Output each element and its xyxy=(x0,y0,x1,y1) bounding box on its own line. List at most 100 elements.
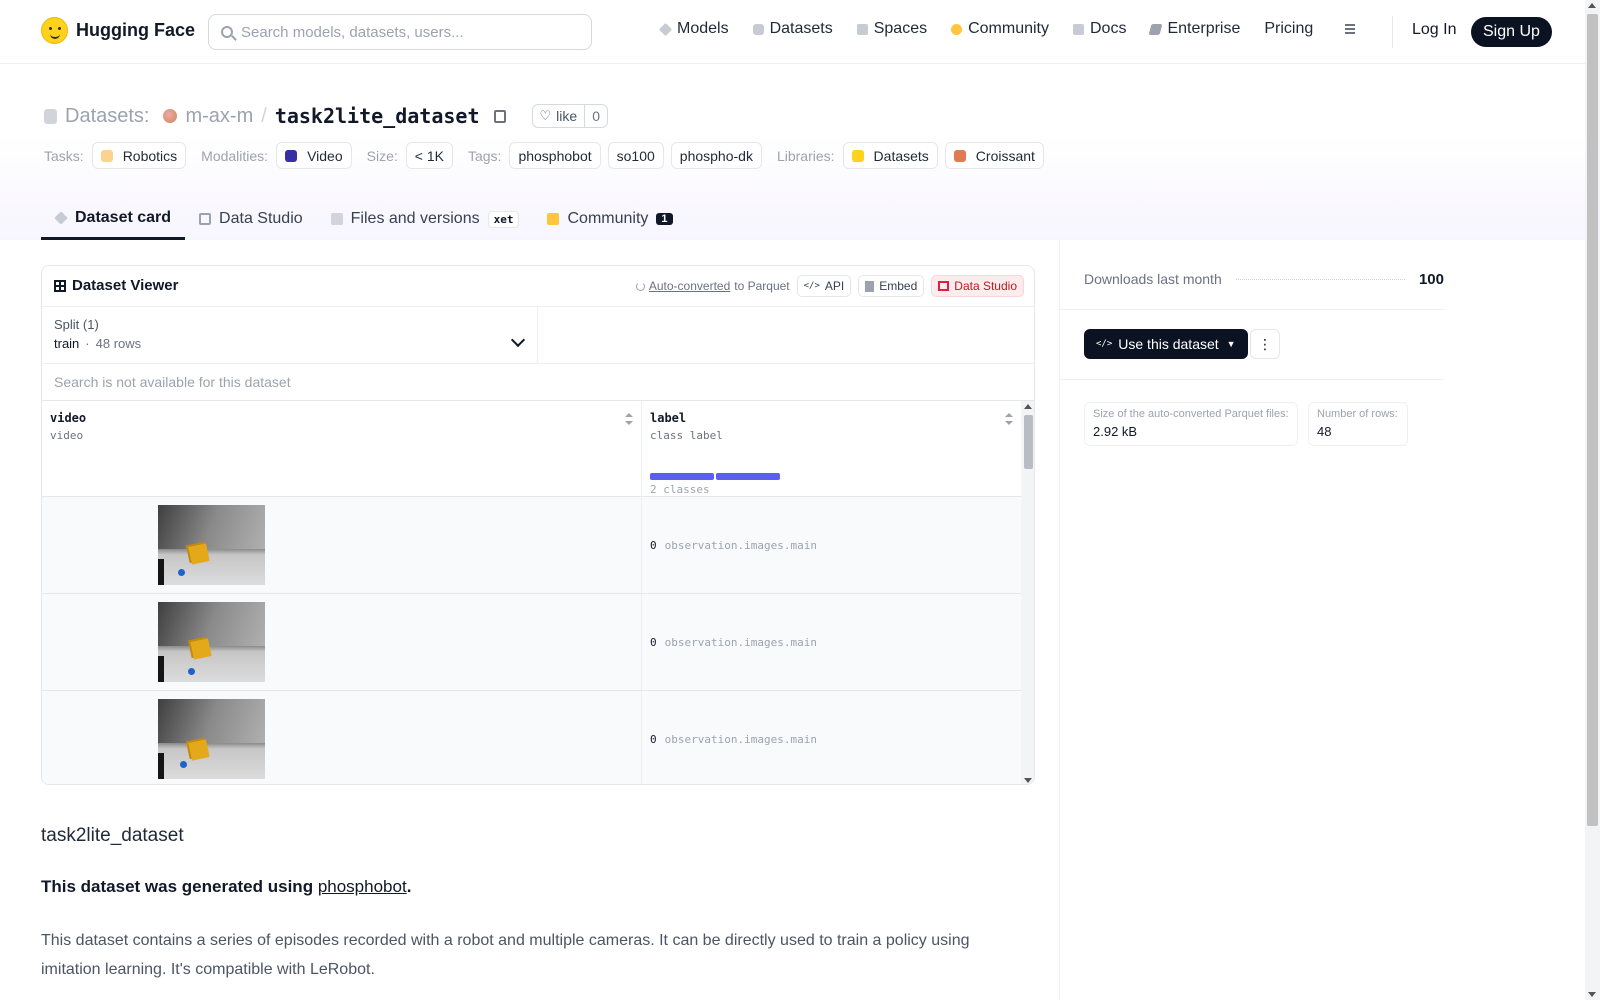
tab-community[interactable]: Community 1 xyxy=(533,198,686,240)
page-scrollbar[interactable] xyxy=(1585,0,1600,1000)
tag-robotics[interactable]: Robotics xyxy=(91,142,187,169)
signup-button[interactable]: Sign Up xyxy=(1471,17,1552,47)
embed-button[interactable]: Embed xyxy=(858,275,925,297)
hugging-face-icon xyxy=(851,149,864,162)
class-count: 2 classes xyxy=(650,483,710,496)
repo-title-row: Datasets: m-ax-m / task2lite_dataset ♡ li… xyxy=(44,104,608,128)
tag-phosphobot[interactable]: phosphobot xyxy=(509,142,601,169)
nav-spaces[interactable]: Spaces xyxy=(856,20,927,38)
tag-datasets-library[interactable]: Datasets xyxy=(842,142,938,169)
tag-video[interactable]: Video xyxy=(276,142,352,169)
viewer-header: Dataset Viewer Auto-converted to Parquet… xyxy=(42,266,1034,307)
path-separator: / xyxy=(261,104,267,127)
table-body: 0 observation.images.main 0 observation.im… xyxy=(42,497,1021,784)
table-row[interactable]: 0 observation.images.main xyxy=(42,497,1021,594)
owner-link[interactable]: m-ax-m xyxy=(185,105,253,128)
nav-models[interactable]: Models xyxy=(658,20,729,38)
sort-icon[interactable] xyxy=(1005,413,1013,425)
like-button[interactable]: ♡ like 0 xyxy=(531,104,608,128)
split-selector[interactable]: Split (1) train · 48 rows xyxy=(42,307,538,364)
video-thumbnail[interactable] xyxy=(158,699,265,779)
repo-name[interactable]: task2lite_dataset xyxy=(275,104,480,128)
video-thumbnail[interactable] xyxy=(158,602,265,682)
like-count[interactable]: 0 xyxy=(584,105,607,127)
table-icon xyxy=(938,281,950,291)
database-icon xyxy=(752,23,764,35)
scroll-up-icon[interactable] xyxy=(1588,3,1596,8)
data-studio-button[interactable]: Data Studio xyxy=(931,275,1024,297)
use-this-dataset-button[interactable]: </> Use this dataset ▼ xyxy=(1084,329,1248,359)
table-header: video video label class label 2 classes xyxy=(42,401,1021,497)
nav-enterprise[interactable]: Enterprise xyxy=(1148,20,1240,38)
column-header-label[interactable]: label class label 2 classes xyxy=(642,401,1021,497)
nav-label: Docs xyxy=(1090,20,1127,37)
nav-community[interactable]: Community xyxy=(951,20,1049,38)
page-scrollbar-thumb[interactable] xyxy=(1587,14,1598,826)
class-segment[interactable] xyxy=(650,473,714,480)
api-button[interactable]: </> API xyxy=(796,275,852,297)
use-button-label: Use this dataset xyxy=(1118,336,1219,352)
more-options-button[interactable]: ⋮ xyxy=(1250,329,1280,359)
hf-logo-link[interactable]: Hugging Face xyxy=(41,17,195,44)
phosphobot-link[interactable]: phosphobot xyxy=(318,877,407,896)
login-link[interactable]: Log In xyxy=(1412,21,1456,39)
split-name: train xyxy=(54,336,80,351)
stat-label: Number of rows: xyxy=(1317,408,1398,420)
split-label: Split (1) xyxy=(54,317,99,332)
tab-label: Data Studio xyxy=(219,210,303,227)
stat-value: 48 xyxy=(1317,424,1332,439)
table-row[interactable]: 0 observation.images.main xyxy=(42,594,1021,691)
libraries-label: Libraries: xyxy=(776,147,835,164)
video-cell xyxy=(42,691,642,784)
split-value: train · 48 rows xyxy=(54,336,525,351)
nav-datasets[interactable]: Datasets xyxy=(752,20,833,38)
nav-docs[interactable]: Docs xyxy=(1073,20,1126,38)
label-name: observation.images.main xyxy=(664,732,817,746)
tab-files-and-versions[interactable]: Files and versions xet xyxy=(317,198,534,240)
table-row[interactable]: 0 observation.images.main xyxy=(42,691,1021,784)
tab-data-studio[interactable]: Data Studio xyxy=(185,198,317,240)
label-value: 0 xyxy=(650,635,657,649)
video-thumbnail[interactable] xyxy=(158,505,265,585)
community-icon xyxy=(547,213,560,225)
viewer-title: Dataset Viewer xyxy=(54,277,178,294)
video-icon xyxy=(285,149,298,162)
chevron-down-icon: ▼ xyxy=(1226,339,1236,349)
label-name: observation.images.main xyxy=(664,635,817,649)
enterprise-icon xyxy=(1148,23,1163,35)
croissant-icon xyxy=(953,149,966,162)
copy-icon[interactable] xyxy=(493,109,506,123)
scroll-down-icon[interactable] xyxy=(1588,992,1596,997)
split-filler xyxy=(538,307,1034,364)
search-input[interactable] xyxy=(241,23,571,41)
tab-dataset-card[interactable]: Dataset card xyxy=(41,198,186,240)
global-search[interactable] xyxy=(208,14,592,50)
scroll-down-icon[interactable] xyxy=(1024,778,1032,783)
tag-so100[interactable]: so100 xyxy=(607,142,664,169)
data-studio-label: Data Studio xyxy=(954,279,1017,293)
embed-label: Embed xyxy=(879,279,918,293)
class-segment[interactable] xyxy=(716,473,780,480)
column-type: class label xyxy=(650,429,723,442)
xet-badge: xet xyxy=(487,210,520,228)
tag-size[interactable]: < 1K xyxy=(405,142,453,169)
card-generated-line: This dataset was generated using phospho… xyxy=(41,877,411,897)
repo-type-link[interactable]: Datasets: xyxy=(65,105,149,128)
split-rows: 48 rows xyxy=(95,336,142,351)
sort-icon[interactable] xyxy=(625,413,633,425)
scrollbar-thumb[interactable] xyxy=(1024,415,1033,469)
sidebar-divider-2 xyxy=(1060,379,1444,380)
table-scrollbar[interactable] xyxy=(1021,401,1034,784)
auto-converted-link[interactable]: Auto-converted xyxy=(649,279,730,293)
book-icon xyxy=(1073,23,1084,35)
label-value: 0 xyxy=(650,732,657,746)
nav-label: Community xyxy=(968,20,1049,37)
tag-phospho-dk[interactable]: phospho-dk xyxy=(670,142,762,169)
column-header-video[interactable]: video video xyxy=(42,401,642,497)
tag-croissant[interactable]: Croissant xyxy=(944,142,1044,169)
more-menu-icon[interactable] xyxy=(1337,24,1356,34)
viewer-search-notice: Search is not available for this dataset xyxy=(42,364,1034,401)
nav-pricing[interactable]: Pricing xyxy=(1264,20,1313,38)
scroll-up-icon[interactable] xyxy=(1024,404,1032,409)
community-icon xyxy=(951,23,963,35)
